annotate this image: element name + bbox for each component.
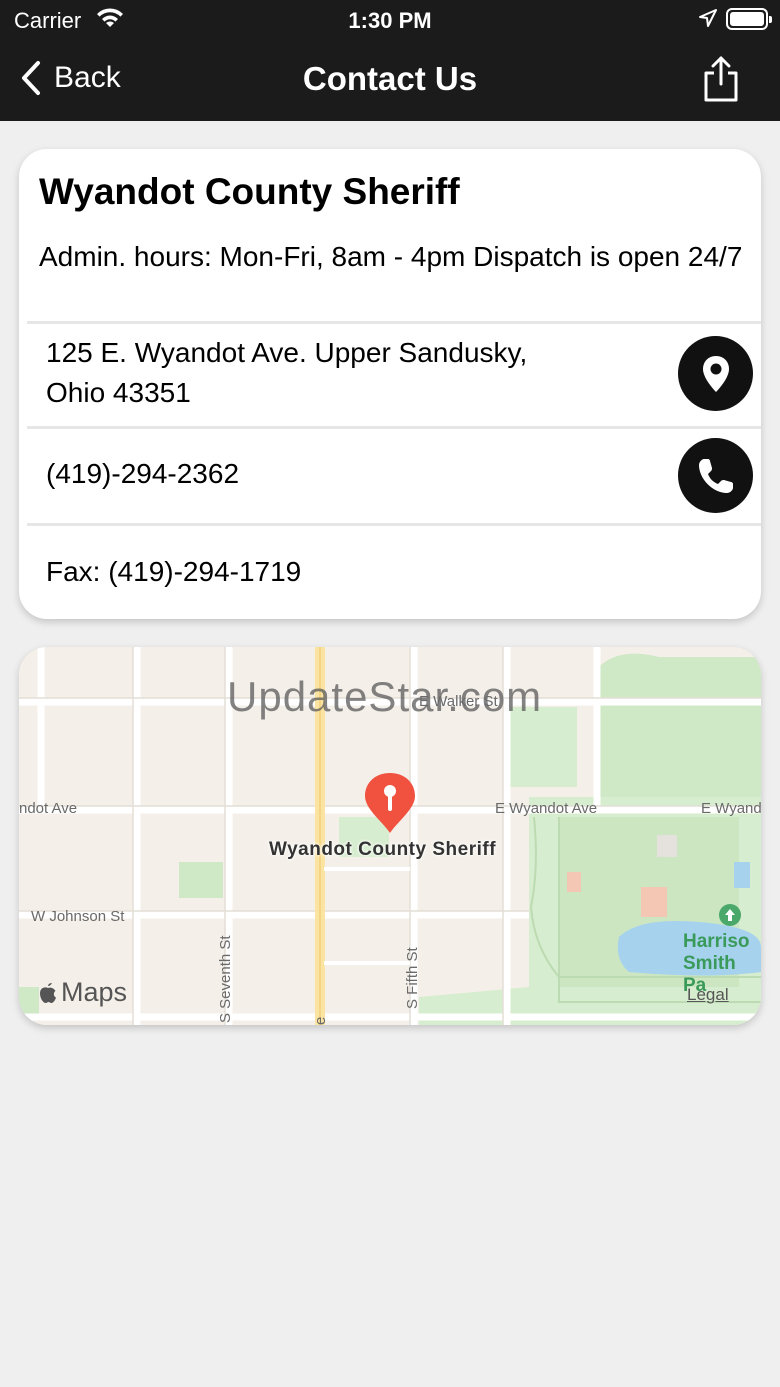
location-pin-icon[interactable] — [362, 771, 418, 837]
street-label: S Fifth St — [404, 947, 421, 1009]
office-hours: Admin. hours: Mon-Fri, 8am - 4pm Dispatc… — [39, 241, 743, 272]
phone-icon — [698, 458, 733, 493]
maps-logo-text: Maps — [61, 977, 128, 1007]
phone-number[interactable]: (419)-294-2362 — [46, 454, 239, 494]
street-label: E Wyand — [701, 800, 761, 817]
apple-logo-icon — [40, 982, 56, 1003]
street-label: E Walker St — [419, 693, 498, 710]
directions-button[interactable] — [678, 336, 753, 411]
pin-label: Wyandot County Sheriff — [269, 839, 497, 860]
maps-logo: Maps — [37, 977, 127, 1008]
contact-card: Wyandot County Sheriff Admin. hours: Mon… — [19, 149, 761, 619]
location-arrow-icon — [699, 9, 717, 27]
share-icon[interactable] — [702, 56, 740, 102]
status-time: 1:30 PM — [348, 8, 432, 33]
street-label: e — [312, 1016, 329, 1025]
street-label: ndot Ave — [19, 800, 78, 817]
navigation-bar: Back Contact Us — [0, 40, 780, 121]
address-row[interactable]: 125 E. Wyandot Ave. Upper Sandusky, Ohio… — [46, 333, 527, 413]
divider — [27, 426, 761, 429]
legal-link[interactable]: Legal — [687, 985, 729, 1005]
address-line-1: 125 E. Wyandot Ave. Upper Sandusky, — [46, 337, 528, 368]
page-title: Contact Us — [302, 60, 478, 97]
battery-icon — [726, 8, 772, 30]
map-view[interactable]: UpdateStar.com E Walker St ndot Ave E Wy… — [19, 647, 761, 1025]
street-label: S Seventh St — [217, 935, 234, 1023]
street-label: W Johnson St — [31, 908, 125, 925]
organization-name: Wyandot County Sheriff — [39, 171, 460, 212]
street-label: E Wyandot Ave — [495, 800, 598, 817]
address-line-2: Ohio 43351 — [46, 377, 191, 408]
map-pin-icon — [702, 355, 729, 392]
call-button[interactable] — [678, 438, 753, 513]
fax-number: Fax: (419)-294-1719 — [46, 556, 302, 587]
status-bar: Carrier 1:30 PM — [0, 0, 780, 40]
divider — [27, 523, 761, 526]
divider — [27, 321, 761, 324]
